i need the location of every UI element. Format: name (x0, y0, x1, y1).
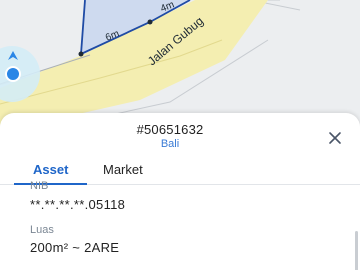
current-location-dot-icon[interactable] (5, 66, 21, 82)
luas-label: Luas (30, 224, 54, 236)
parcel-region: Bali (160, 138, 180, 150)
luas-value: 200m² ~ 2ARE (30, 240, 120, 255)
map-canvas[interactable]: 6m 4m Jalan Gubug (0, 0, 360, 125)
tab-market[interactable]: Market (103, 162, 143, 177)
active-tab-indicator (14, 183, 87, 185)
nib-value: **.**.**.**.05118 (30, 197, 126, 212)
tab-bar: Asset Market (0, 158, 360, 185)
parcel-vertex (78, 51, 84, 57)
close-button[interactable] (324, 127, 346, 149)
close-icon (329, 132, 341, 144)
tab-asset[interactable]: Asset (33, 162, 68, 177)
parcel-vertex (147, 19, 153, 25)
nib-label: NIB (30, 180, 49, 192)
parcel-id: #50651632 (136, 122, 204, 137)
scrollbar[interactable] (355, 231, 358, 270)
map-view[interactable]: 6m 4m Jalan Gubug (0, 0, 360, 125)
parcel-detail-sheet: #50651632 Bali Asset Market NIB **.**.**… (0, 113, 360, 270)
